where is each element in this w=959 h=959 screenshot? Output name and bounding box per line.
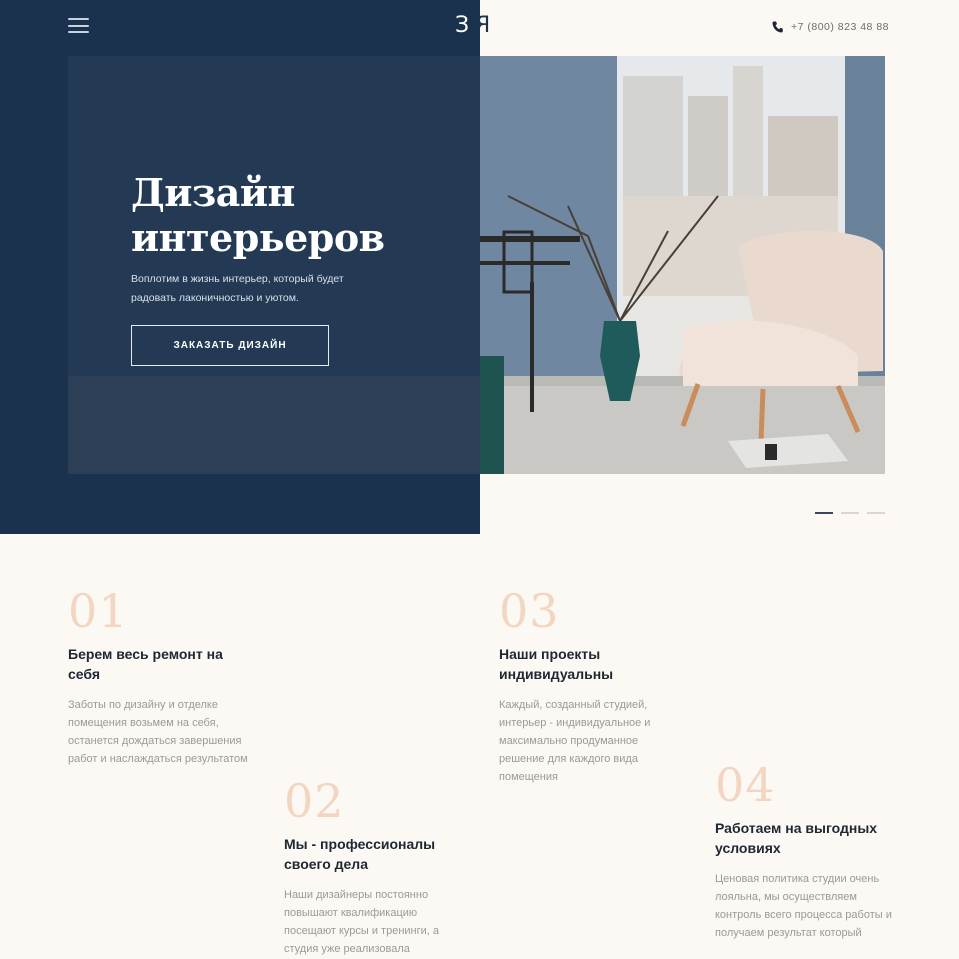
feature-text: Ценовая политика студии очень лояльна, м… (715, 873, 892, 939)
feature-card: 02 Мы - профессионалы своего дела Наши д… (284, 776, 469, 958)
phone-icon (772, 21, 783, 33)
feature-card: 01 Берем весь ремонт на себя Заботы по д… (68, 586, 253, 768)
hero-interior-photo (68, 56, 885, 474)
slider-dot-1[interactable] (815, 512, 833, 514)
logo-letter-right: R (472, 13, 491, 38)
slider-dot-2[interactable] (841, 512, 859, 514)
hero-title: Дизайн интерьеров (131, 170, 385, 260)
hero-subtitle: Воплотим в жизнь интерьер, который будет… (131, 273, 344, 304)
logo-letter-left: З (455, 13, 473, 38)
menu-hamburger-icon[interactable] (68, 18, 89, 35)
slider-dot-3[interactable] (867, 512, 885, 514)
phone-number: +7 (800) 823 48 88 (790, 21, 889, 33)
feature-title: Мы - профессионалы своего дела (284, 836, 436, 872)
feature-number: 04 (715, 758, 776, 812)
feature-number: 02 (284, 774, 345, 828)
feature-card: 04 Работаем на выгодных условиях Ценовая… (715, 760, 900, 942)
feature-text: Каждый, созданный студией, интерьер - ин… (499, 699, 651, 783)
brand-logo[interactable]: ЗR (455, 13, 503, 39)
feature-title: Работаем на выгодных условиях (715, 820, 878, 856)
feature-card: 03 Наши проекты индивидуальны Каждый, со… (499, 586, 684, 786)
feature-text: Наши дизайнеры постоянно повышают квалиф… (284, 889, 440, 955)
order-design-button[interactable]: ЗАКАЗАТЬ ДИЗАЙН (131, 325, 329, 366)
slider-pagination (815, 512, 885, 514)
feature-title: Берем весь ремонт на себя (68, 646, 223, 682)
hero-photo-overlay (68, 56, 480, 474)
feature-text: Заботы по дизайну и отделке помещения во… (68, 699, 248, 765)
feature-title: Наши проекты индивидуальны (499, 646, 614, 682)
header-phone[interactable]: +7 (800) 823 48 88 (772, 18, 889, 36)
feature-number: 01 (68, 584, 129, 638)
feature-number: 03 (499, 584, 560, 638)
